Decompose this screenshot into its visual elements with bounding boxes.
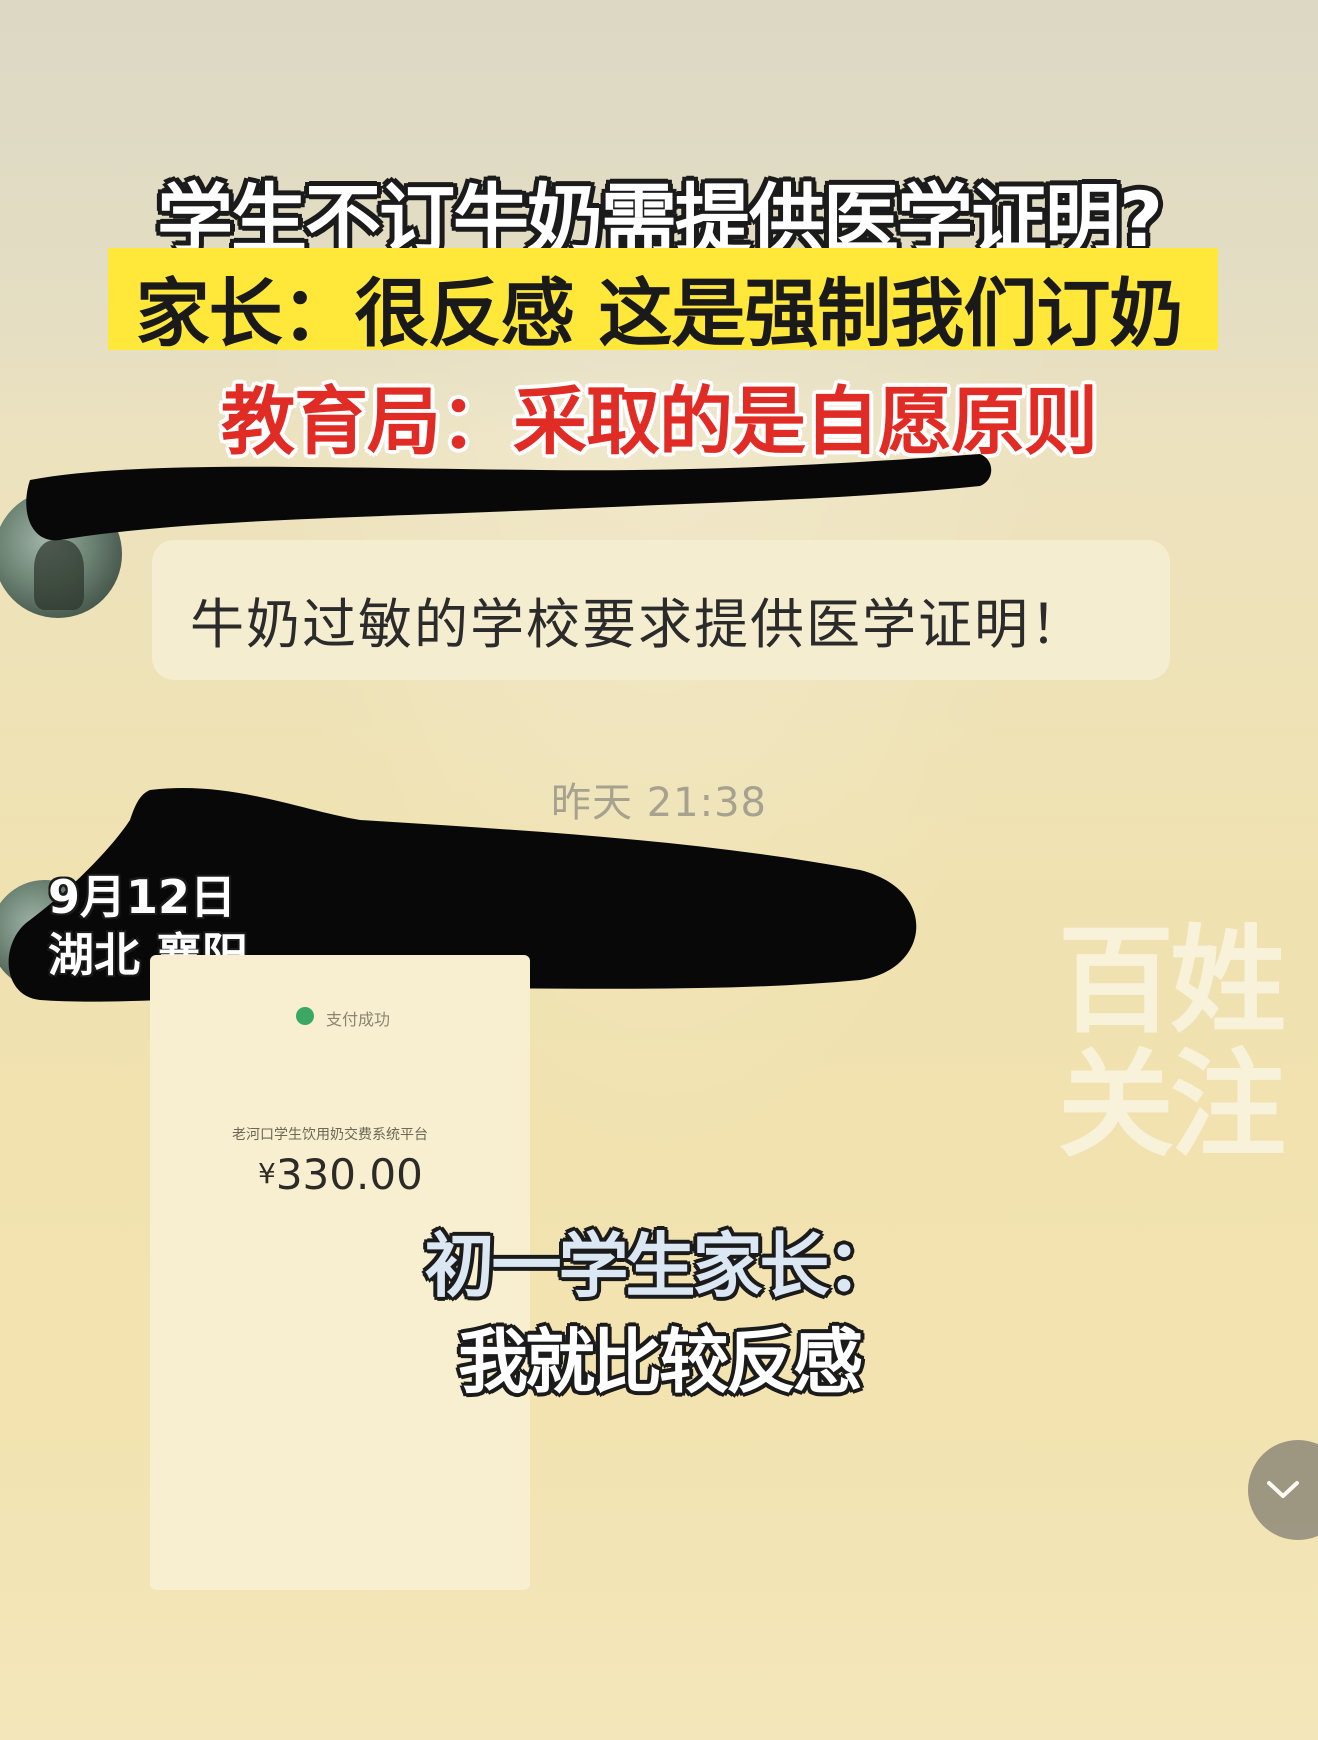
payment-status: 支付成功 — [326, 1010, 391, 1029]
amount-value: 330.00 — [275, 1150, 423, 1199]
headline-parent-quote: 家长：很反感 这是强制我们订奶 — [135, 271, 1184, 357]
currency-symbol: ¥ — [258, 1157, 276, 1190]
channel-watermark: 百姓 关注 — [1058, 914, 1286, 1173]
location-date: 9月12日 — [48, 870, 237, 924]
payment-amount: ¥330.00 — [258, 1150, 423, 1199]
video-frame: 学生不订牛奶需提供医学证明? 家长：很反感 这是强制我们订奶 教育局：采取的是自… — [0, 0, 1318, 1740]
caption-speaker: 初一学生家长： — [424, 1225, 897, 1307]
scroll-down-button[interactable] — [1248, 1440, 1318, 1540]
caption-quote: 我就比较反感 — [458, 1321, 863, 1403]
payment-platform: 老河口学生饮用奶交费系统平台 — [232, 1127, 428, 1143]
message-text: 牛奶过敏的学校要求提供医学证明！ — [190, 593, 1086, 656]
chevron-down-icon — [1267, 1481, 1299, 1498]
redaction-mark-top — [26, 454, 992, 541]
